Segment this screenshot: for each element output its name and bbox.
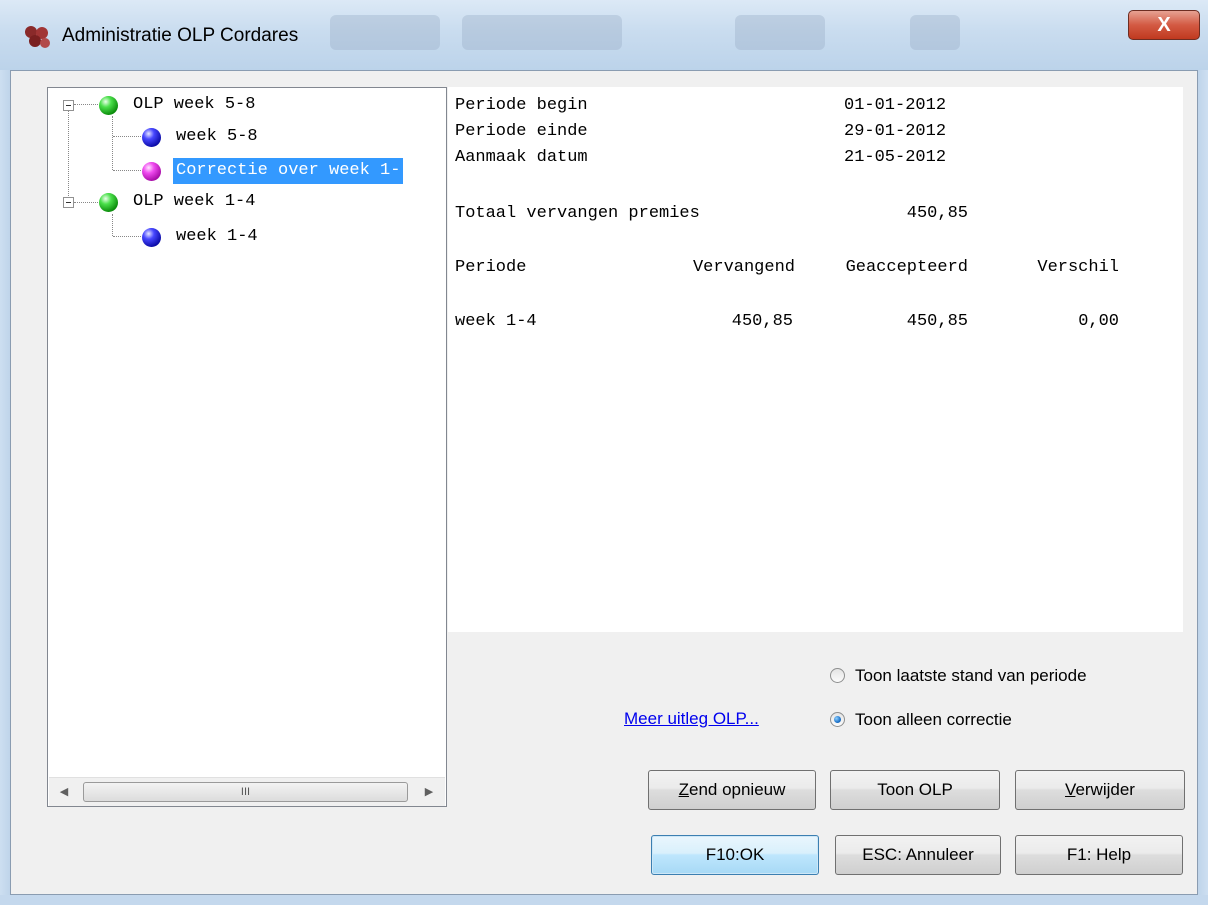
collapse-icon[interactable]	[63, 100, 74, 111]
tree-node-olp-week-5-8[interactable]: OLP week 5-8	[48, 92, 446, 118]
tree-horizontal-scrollbar[interactable]: ◀ III ▶	[49, 777, 445, 806]
aanmaak-datum-value: 21-05-2012	[844, 148, 947, 167]
ok-button[interactable]: F10:OK	[651, 835, 819, 875]
row-geaccepteerd: 450,85	[906, 312, 968, 331]
zend-opnieuw-button[interactable]: Zend opnieuw	[648, 770, 816, 810]
scroll-left-arrow-icon[interactable]: ◀	[51, 778, 77, 806]
radio-toon-alleen-correctie[interactable]: Toon alleen correctie	[830, 708, 1170, 732]
row-verschil: 0,00	[1078, 312, 1119, 331]
window-frame-left	[0, 70, 10, 905]
title-bar[interactable]: Administratie OLP Cordares X	[0, 0, 1208, 70]
periode-begin-value: 01-01-2012	[844, 96, 947, 115]
blue-ball-icon	[142, 128, 161, 147]
tree-node-label: OLP week 1-4	[133, 192, 256, 211]
toon-olp-button[interactable]: Toon OLP	[830, 770, 1000, 810]
periode-einde-label: Periode einde	[455, 122, 588, 141]
green-ball-icon	[99, 193, 118, 212]
olp-tree-view[interactable]: OLP week 5-8 week 5-8 Correctie over wee…	[47, 87, 447, 807]
tree-node-week-1-4[interactable]: week 1-4	[48, 224, 446, 250]
radio-button[interactable]	[830, 668, 845, 683]
tree-node-week-5-8[interactable]: week 5-8	[48, 124, 446, 150]
blue-ball-icon	[142, 228, 161, 247]
green-ball-icon	[99, 96, 118, 115]
radio-label: Toon laatste stand van periode	[855, 666, 1087, 685]
totaal-premies-value: 450,85	[906, 204, 968, 223]
annuleer-button[interactable]: ESC: Annuleer	[835, 835, 1001, 875]
scrollbar-thumb[interactable]: III	[83, 782, 408, 802]
row-periode: week 1-4	[455, 312, 537, 331]
column-header-vervangend: Vervangend	[692, 258, 795, 277]
radio-label: Toon alleen correctie	[855, 710, 1012, 729]
row-vervangend: 450,85	[731, 312, 793, 331]
column-header-periode: Periode	[455, 258, 527, 277]
tree-node-olp-week-1-4[interactable]: OLP week 1-4	[48, 189, 446, 215]
window-frame-bottom	[0, 895, 1208, 905]
tree-node-label: week 5-8	[176, 127, 258, 146]
tree-node-label: OLP week 5-8	[133, 95, 256, 114]
app-logo-icon	[25, 26, 50, 48]
tree-node-label-selected: Correctie over week 1-	[173, 158, 404, 184]
radio-button-checked[interactable]	[830, 712, 845, 727]
periode-einde-value: 29-01-2012	[844, 122, 947, 141]
verwijder-button[interactable]: Verwijder	[1015, 770, 1185, 810]
periode-begin-label: Periode begin	[455, 96, 588, 115]
collapse-icon[interactable]	[63, 197, 74, 208]
close-button[interactable]: X	[1128, 10, 1200, 40]
column-header-verschil: Verschil	[1037, 258, 1119, 277]
tree-node-label: week 1-4	[176, 227, 258, 246]
aanmaak-datum-label: Aanmaak datum	[455, 148, 588, 167]
radio-toon-laatste-stand[interactable]: Toon laatste stand van periode	[830, 664, 1170, 688]
tree-node-correctie[interactable]: Correctie over week 1-	[48, 158, 446, 184]
totaal-premies-label: Totaal vervangen premies	[455, 204, 700, 223]
magenta-ball-icon	[142, 162, 161, 181]
column-header-geaccepteerd: Geaccepteerd	[845, 258, 968, 277]
dialog-window: Administratie OLP Cordares X OLP week 5-…	[0, 0, 1208, 905]
help-button[interactable]: F1: Help	[1015, 835, 1183, 875]
window-title: Administratie OLP Cordares	[62, 25, 299, 46]
details-panel: Periode begin 01-01-2012 Periode einde 2…	[448, 87, 1183, 632]
scroll-right-arrow-icon[interactable]: ▶	[416, 778, 442, 806]
meer-uitleg-link[interactable]: Meer uitleg OLP...	[624, 709, 759, 729]
window-frame-right	[1198, 70, 1208, 905]
